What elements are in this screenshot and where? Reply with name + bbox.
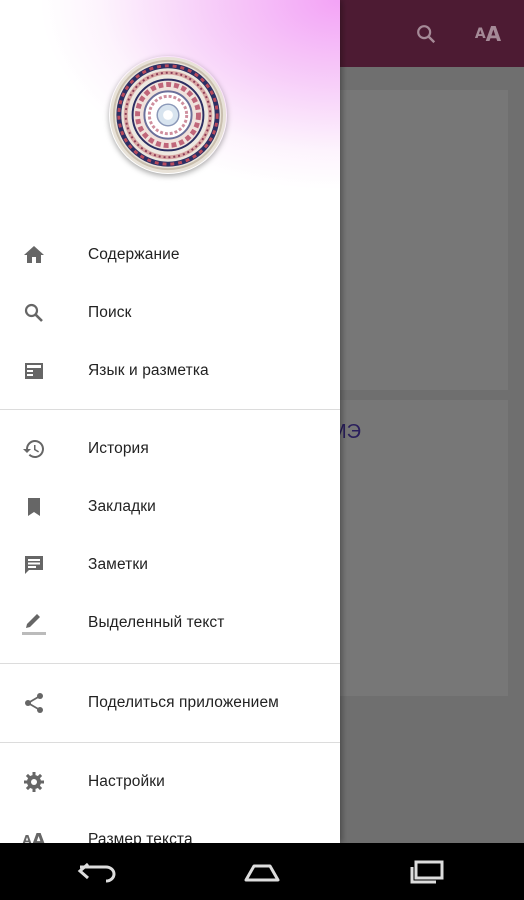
menu-item-contents[interactable]: Содержание: [0, 226, 340, 284]
menu-item-share-app[interactable]: Поделиться приложением: [0, 674, 340, 732]
menu-item-label: Поделиться приложением: [88, 694, 279, 711]
menu-item-label: История: [88, 440, 149, 457]
menu-item-label: Закладки: [88, 498, 156, 515]
menu-item-history[interactable]: История: [0, 420, 340, 478]
search-icon: [20, 299, 48, 327]
recents-icon[interactable]: [398, 855, 458, 889]
divider: [0, 742, 340, 743]
back-icon[interactable]: [68, 855, 128, 889]
menu-item-label: Выделенный текст: [88, 614, 225, 631]
menu-item-highlighted-text[interactable]: Выделенный текст: [0, 594, 340, 652]
menu-item-label: Язык и разметка: [88, 362, 209, 379]
menu-item-notes[interactable]: Заметки: [0, 536, 340, 594]
mandala-logo: [109, 56, 227, 174]
card-title: МЭ: [330, 421, 362, 443]
menu-item-bookmarks[interactable]: Закладки: [0, 478, 340, 536]
search-icon[interactable]: [410, 18, 442, 50]
text-size-icon: AA: [22, 829, 46, 844]
highlight-pen-icon: [20, 609, 48, 637]
menu-item-text-size[interactable]: AA Размер текста: [0, 811, 340, 844]
drawer-header: [0, 0, 340, 193]
divider: [0, 409, 340, 410]
layout-icon: [20, 357, 48, 385]
menu-item-search[interactable]: Поиск: [0, 284, 340, 342]
bookmark-icon: [20, 493, 48, 521]
home-nav-icon[interactable]: [232, 855, 292, 889]
home-icon: [20, 241, 48, 269]
content-card: [330, 400, 508, 696]
menu-item-label: Размер текста: [88, 831, 193, 843]
share-icon: [20, 689, 48, 717]
menu-item-settings[interactable]: Настройки: [0, 753, 340, 811]
menu-item-label: Содержание: [88, 246, 180, 263]
text-size-icon[interactable]: AA: [472, 18, 504, 50]
menu-item-language-layout[interactable]: Язык и разметка: [0, 342, 340, 400]
gear-icon: [20, 768, 48, 796]
navigation-drawer: Содержание Поиск Язык и разметка История: [0, 0, 340, 843]
menu-item-label: Поиск: [88, 304, 132, 321]
menu-item-label: Настройки: [88, 773, 165, 790]
note-icon: [20, 551, 48, 579]
system-nav-bar: [0, 843, 524, 900]
divider: [0, 663, 340, 664]
history-icon: [20, 435, 48, 463]
content-card: [330, 90, 508, 390]
menu-item-label: Заметки: [88, 556, 148, 573]
